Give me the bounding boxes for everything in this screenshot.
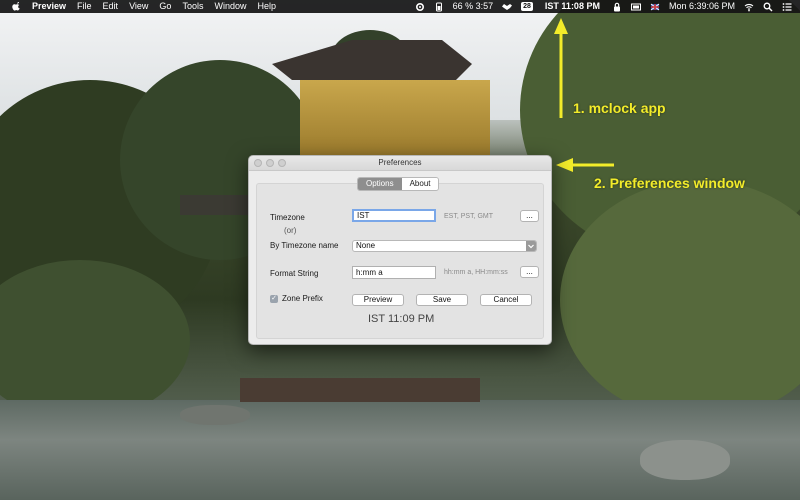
preferences-window: Preferences Options About Timezone IST E… <box>248 155 552 345</box>
battery-icon[interactable] <box>434 2 444 12</box>
battery-status[interactable]: 66 % 3:57 <box>453 0 494 13</box>
format-string-label: Format String <box>270 269 319 278</box>
format-more-button[interactable]: ... <box>520 266 539 278</box>
tab-bar: Options About <box>357 177 440 191</box>
close-button[interactable] <box>254 159 262 167</box>
menu-edit[interactable]: Edit <box>103 0 119 13</box>
window-titlebar[interactable]: Preferences <box>249 156 551 171</box>
menu-window[interactable]: Window <box>214 0 246 13</box>
calendar-badge[interactable]: 28 <box>521 2 533 11</box>
menu-tools[interactable]: Tools <box>182 0 203 13</box>
minimize-button[interactable] <box>266 159 274 167</box>
menu-go[interactable]: Go <box>159 0 171 13</box>
display-icon[interactable] <box>630 2 641 12</box>
preview-button[interactable]: Preview <box>352 294 404 306</box>
preview-result: IST 11:09 PM <box>368 313 435 325</box>
datetime-menu-item[interactable]: Mon 6:39:06 PM <box>669 0 735 13</box>
or-label: (or) <box>284 226 297 235</box>
zone-prefix-checkbox[interactable]: ✓ <box>270 295 278 303</box>
format-string-hint: hh:mm a, HH:mm:ss <box>444 269 508 276</box>
timezone-hint: EST, PST, GMT <box>444 213 494 220</box>
window-title: Preferences <box>378 158 422 167</box>
menu-bar: Preview File Edit View Go Tools Window H… <box>0 0 800 13</box>
rocks <box>640 440 730 480</box>
format-string-input[interactable]: h:mm a <box>352 266 436 279</box>
timezone-label: Timezone <box>270 213 305 222</box>
tab-options[interactable]: Options <box>358 178 402 190</box>
annotation-preferences-label: 2. Preferences window <box>594 175 745 191</box>
spotlight-search-icon[interactable] <box>763 2 773 12</box>
chevron-down-icon <box>526 241 536 251</box>
dropbox-icon[interactable] <box>502 2 513 12</box>
timezone-name-select[interactable]: None <box>352 240 537 252</box>
deck <box>240 378 480 402</box>
timezone-more-button[interactable]: ... <box>520 210 539 222</box>
cancel-button[interactable]: Cancel <box>480 294 532 306</box>
menu-help[interactable]: Help <box>257 0 276 13</box>
timezone-name-selected: None <box>356 241 376 250</box>
tab-about[interactable]: About <box>401 178 439 190</box>
menu-file[interactable]: File <box>77 0 92 13</box>
temple-lower-roof <box>180 195 250 215</box>
lock-icon[interactable] <box>612 2 622 12</box>
temple-gold-walls <box>300 80 490 155</box>
save-button[interactable]: Save <box>416 294 468 306</box>
menu-view[interactable]: View <box>129 0 148 13</box>
gear-status-icon[interactable] <box>415 2 425 12</box>
notification-center-icon[interactable] <box>782 2 792 12</box>
rocks <box>180 405 250 425</box>
apple-icon[interactable] <box>12 1 22 12</box>
zone-prefix-label[interactable]: Zone Prefix <box>282 294 323 303</box>
mclock-menu-item[interactable]: IST 11:08 PM <box>542 0 603 13</box>
menu-app-name[interactable]: Preview <box>32 0 66 13</box>
wifi-icon[interactable] <box>744 2 754 12</box>
annotation-mclock-label: 1. mclock app <box>573 100 666 116</box>
zoom-button[interactable] <box>278 159 286 167</box>
timezone-name-label: By Timezone name <box>270 241 339 250</box>
flag-icon[interactable] <box>650 2 660 12</box>
menu-extras: 66 % 3:57 28 IST 11:08 PM Mon 6:39:06 PM <box>415 0 792 13</box>
timezone-input[interactable]: IST <box>352 209 436 222</box>
